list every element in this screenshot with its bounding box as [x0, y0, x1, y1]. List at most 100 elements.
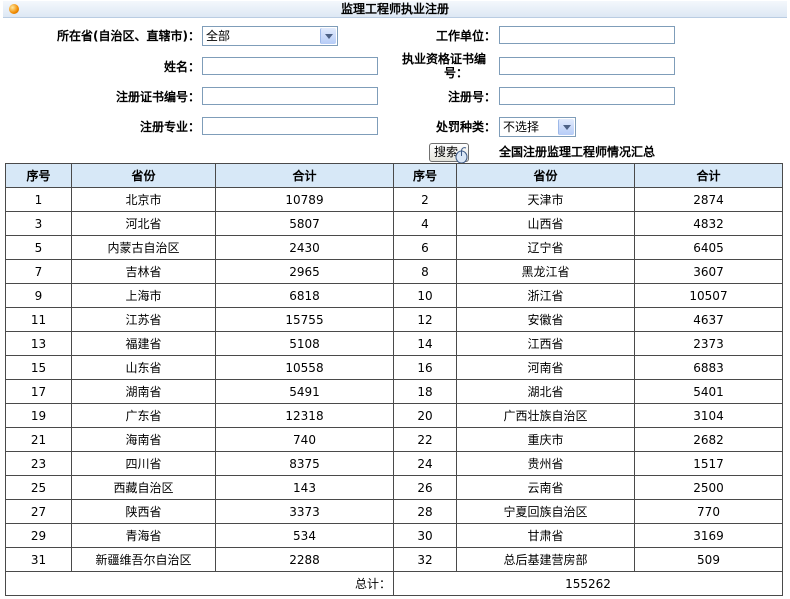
row-index-cell: 22 — [393, 427, 457, 452]
row-total-cell: 4637 — [634, 307, 783, 332]
province-name-cell: 广东省 — [71, 403, 216, 428]
province-select[interactable]: 全部 — [202, 26, 338, 46]
penalty-label: 处罚种类： — [435, 120, 496, 134]
row-index-cell: 14 — [393, 331, 457, 356]
summary-table: 序号 省份 合计 序号 省份 合计 1 北京市 10789 2 天津市 2874 3 河北省 5… — [5, 163, 783, 596]
row-total-cell: 5401 — [634, 379, 783, 404]
qual-cert-label: 执业资格证书编 号： — [390, 52, 498, 80]
table-row: 3 河北省 5807 4 山西省 4832 — [5, 211, 783, 236]
reg-cert-input[interactable] — [202, 87, 378, 105]
column-header: 合计 — [634, 163, 783, 188]
province-name-cell: 宁夏回族自治区 — [456, 499, 635, 524]
row-index-cell: 27 — [5, 499, 72, 524]
page-title: 监理工程师执业注册 — [340, 2, 449, 16]
province-name-cell: 福建省 — [71, 331, 216, 356]
row-total-cell: 2682 — [634, 427, 783, 452]
row-index-cell: 17 — [5, 379, 72, 404]
row-index-cell: 21 — [5, 427, 72, 452]
qual-cert-input[interactable] — [499, 57, 675, 75]
table-row: 19 广东省 12318 20 广西壮族自治区 3104 — [5, 403, 783, 428]
province-name-cell: 北京市 — [71, 187, 216, 212]
province-name-cell: 贵州省 — [456, 451, 635, 476]
row-index-cell: 6 — [393, 235, 457, 260]
qual-cert-label-line2: 号： — [443, 66, 468, 80]
row-total-cell: 3169 — [634, 523, 783, 548]
work-unit-input[interactable] — [499, 26, 675, 44]
row-total-cell: 770 — [634, 499, 783, 524]
province-name-cell: 河北省 — [71, 211, 216, 236]
row-total-cell: 2965 — [215, 259, 394, 284]
row-total-cell: 143 — [215, 475, 394, 500]
province-name-cell: 陕西省 — [71, 499, 216, 524]
province-name-cell: 总后基建营房部 — [456, 547, 635, 572]
row-index-cell: 26 — [393, 475, 457, 500]
specialty-label: 注册专业： — [139, 120, 200, 134]
column-header: 省份 — [456, 163, 635, 188]
table-header-row: 序号 省份 合计 序号 省份 合计 — [5, 163, 783, 188]
row-index-cell: 13 — [5, 331, 72, 356]
row-total-cell: 6405 — [634, 235, 783, 260]
row-total-cell: 1517 — [634, 451, 783, 476]
row-index-cell: 24 — [393, 451, 457, 476]
table-row: 27 陕西省 3373 28 宁夏回族自治区 770 — [5, 499, 783, 524]
province-name-cell: 浙江省 — [456, 283, 635, 308]
penalty-select[interactable]: 不选择 — [499, 117, 576, 137]
table-row: 15 山东省 10558 16 河南省 6883 — [5, 355, 783, 380]
row-index-cell: 19 — [5, 403, 72, 428]
row-index-cell: 28 — [393, 499, 457, 524]
chevron-down-icon[interactable] — [320, 28, 336, 44]
total-label: 总计： — [5, 571, 394, 596]
table-row: 11 江苏省 15755 12 安徽省 4637 — [5, 307, 783, 332]
reg-no-input[interactable] — [499, 87, 675, 105]
summary-title: 全国注册监理工程师情况汇总 — [499, 145, 656, 159]
province-name-cell: 湖南省 — [71, 379, 216, 404]
province-name-cell: 西藏自治区 — [71, 475, 216, 500]
row-total-cell: 3607 — [634, 259, 783, 284]
row-total-cell: 10789 — [215, 187, 394, 212]
province-name-cell: 山东省 — [71, 355, 216, 380]
table-row: 29 青海省 534 30 甘肃省 3169 — [5, 523, 783, 548]
row-index-cell: 11 — [5, 307, 72, 332]
province-name-cell: 内蒙古自治区 — [71, 235, 216, 260]
qual-cert-label-line1: 执业资格证书编 — [401, 52, 486, 66]
specialty-input[interactable] — [202, 117, 378, 135]
province-name-cell: 河南省 — [456, 355, 635, 380]
reg-no-label: 注册号： — [447, 90, 496, 104]
province-name-cell: 四川省 — [71, 451, 216, 476]
province-name-cell: 吉林省 — [71, 259, 216, 284]
row-index-cell: 3 — [5, 211, 72, 236]
row-total-cell: 740 — [215, 427, 394, 452]
row-index-cell: 4 — [393, 211, 457, 236]
row-total-cell: 10507 — [634, 283, 783, 308]
row-index-cell: 20 — [393, 403, 457, 428]
row-total-cell: 4832 — [634, 211, 783, 236]
reg-cert-label: 注册证书编号： — [115, 90, 200, 104]
row-index-cell: 5 — [5, 235, 72, 260]
row-total-cell: 3104 — [634, 403, 783, 428]
row-total-cell: 3373 — [215, 499, 394, 524]
province-name-cell: 青海省 — [71, 523, 216, 548]
table-row: 7 吉林省 2965 8 黑龙江省 3607 — [5, 259, 783, 284]
penalty-select-value: 不选择 — [503, 120, 540, 134]
table-row: 31 新疆维吾尔自治区 2288 32 总后基建营房部 509 — [5, 547, 783, 572]
table-row: 25 西藏自治区 143 26 云南省 2500 — [5, 475, 783, 500]
row-index-cell: 10 — [393, 283, 457, 308]
province-select-value: 全部 — [206, 29, 231, 43]
title-bar: 监理工程师执业注册 — [3, 1, 787, 18]
chevron-down-icon[interactable] — [558, 119, 574, 135]
row-total-cell: 534 — [215, 523, 394, 548]
column-header: 省份 — [71, 163, 216, 188]
province-name-cell: 广西壮族自治区 — [456, 403, 635, 428]
row-total-cell: 509 — [634, 547, 783, 572]
name-input[interactable] — [202, 57, 378, 75]
table-row: 21 海南省 740 22 重庆市 2682 — [5, 427, 783, 452]
total-value: 155262 — [393, 571, 783, 596]
province-name-cell: 山西省 — [456, 211, 635, 236]
row-index-cell: 12 — [393, 307, 457, 332]
row-total-cell: 12318 — [215, 403, 394, 428]
row-index-cell: 15 — [5, 355, 72, 380]
province-label: 所在省(自治区、直辖市)： — [57, 29, 200, 43]
province-name-cell: 上海市 — [71, 283, 216, 308]
table-row: 17 湖南省 5491 18 湖北省 5401 — [5, 379, 783, 404]
table-row: 5 内蒙古自治区 2430 6 辽宁省 6405 — [5, 235, 783, 260]
